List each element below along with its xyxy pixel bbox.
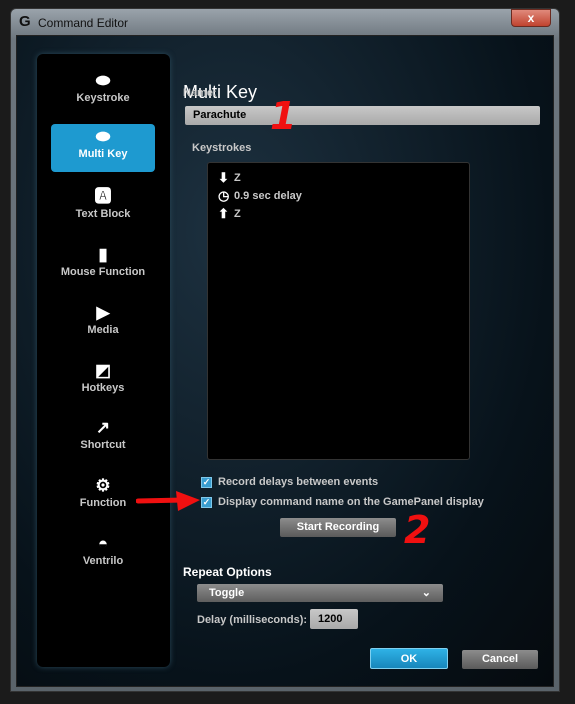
sidebar-item-label: Ventrilo	[82, 555, 124, 567]
sidebar-item-label: Text Block	[75, 208, 131, 220]
record-delays-label: Record delays between events	[218, 476, 379, 488]
repeat-selected-value: Toggle	[209, 587, 245, 599]
record-delays-checkbox[interactable]: ✓	[201, 477, 212, 488]
ok-button[interactable]: OK	[370, 648, 448, 669]
sidebar-item-hotkeys[interactable]: ◩ Hotkeys	[51, 358, 155, 406]
list-item[interactable]: ⬆ Z	[218, 205, 459, 223]
sidebar-item-multi-key[interactable]: ⬬ Multi Key	[51, 124, 155, 172]
shortcut-arrow-icon: ↗	[95, 418, 111, 437]
sidebar-item-label: Shortcut	[80, 439, 126, 451]
keystroke-text: Z	[234, 208, 241, 220]
multi-keycap-icon: ⬬	[95, 127, 111, 146]
sidebar-item-label: Hotkeys	[81, 382, 125, 394]
headset-icon: ◓	[97, 534, 109, 553]
sidebar-item-label: Multi Key	[78, 148, 128, 160]
name-input[interactable]: Parachute	[185, 106, 540, 125]
mouse-icon: ▮	[98, 245, 108, 264]
play-icon: ▶	[96, 303, 110, 322]
start-recording-button[interactable]: Start Recording	[280, 518, 396, 537]
keystrokes-label: Keystrokes	[192, 142, 252, 154]
hotkey-icon: ◩	[94, 361, 112, 380]
list-item[interactable]: ⬇ Z	[218, 169, 459, 187]
list-item[interactable]: ◷ 0.9 sec delay	[218, 187, 459, 205]
close-button[interactable]: x	[511, 9, 551, 27]
keycap-icon: ⬬	[95, 71, 111, 90]
sidebar-item-text-block[interactable]: 🅰 Text Block	[51, 184, 155, 232]
chevron-down-icon: ⌄	[421, 587, 431, 599]
sidebar-item-label: Mouse Function	[60, 266, 146, 278]
sidebar-item-label: Media	[87, 324, 119, 336]
text-block-icon: 🅰	[94, 187, 112, 206]
delay-input[interactable]: 1200	[310, 609, 358, 629]
name-label: Name:	[183, 87, 217, 99]
title-bar: G Command Editor x	[11, 9, 559, 35]
cancel-button[interactable]: Cancel	[462, 650, 538, 669]
repeat-options-dropdown[interactable]: Toggle ⌄	[197, 584, 443, 602]
sidebar-item-shortcut[interactable]: ↗ Shortcut	[51, 415, 155, 463]
arrow-down-icon: ⬇	[218, 170, 229, 185]
arrow-up-icon: ⬆	[218, 206, 229, 221]
annotation-arrow-icon	[136, 491, 200, 511]
annotation-number-2: 2	[404, 508, 431, 552]
display-name-label: Display command name on the GamePanel di…	[218, 496, 484, 508]
logitech-g-logo-icon: G	[19, 13, 31, 30]
sidebar-item-label: Function	[79, 497, 127, 509]
keystrokes-list[interactable]: ⬇ Z ◷ 0.9 sec delay ⬆ Z	[207, 162, 470, 460]
delay-label: Delay (milliseconds):	[197, 614, 308, 626]
repeat-options-label: Repeat Options	[183, 565, 272, 579]
annotation-number-1: 1	[270, 94, 297, 138]
sidebar-item-mouse-function[interactable]: ▮ Mouse Function	[51, 242, 155, 290]
command-type-sidebar: ⬬ Keystroke ⬬ Multi Key 🅰 Text Block ▮ Mouse…	[37, 54, 170, 667]
keystroke-text: 0.9 sec delay	[234, 190, 302, 202]
sidebar-item-label: Keystroke	[76, 92, 130, 104]
keystroke-text: Z	[234, 172, 241, 184]
sidebar-item-ventrilo[interactable]: ◓ Ventrilo	[51, 531, 155, 579]
clock-icon: ◷	[218, 188, 230, 203]
window-title: Command Editor	[38, 16, 129, 30]
sidebar-item-media[interactable]: ▶ Media	[51, 300, 155, 348]
sidebar-item-keystroke[interactable]: ⬬ Keystroke	[51, 68, 155, 116]
